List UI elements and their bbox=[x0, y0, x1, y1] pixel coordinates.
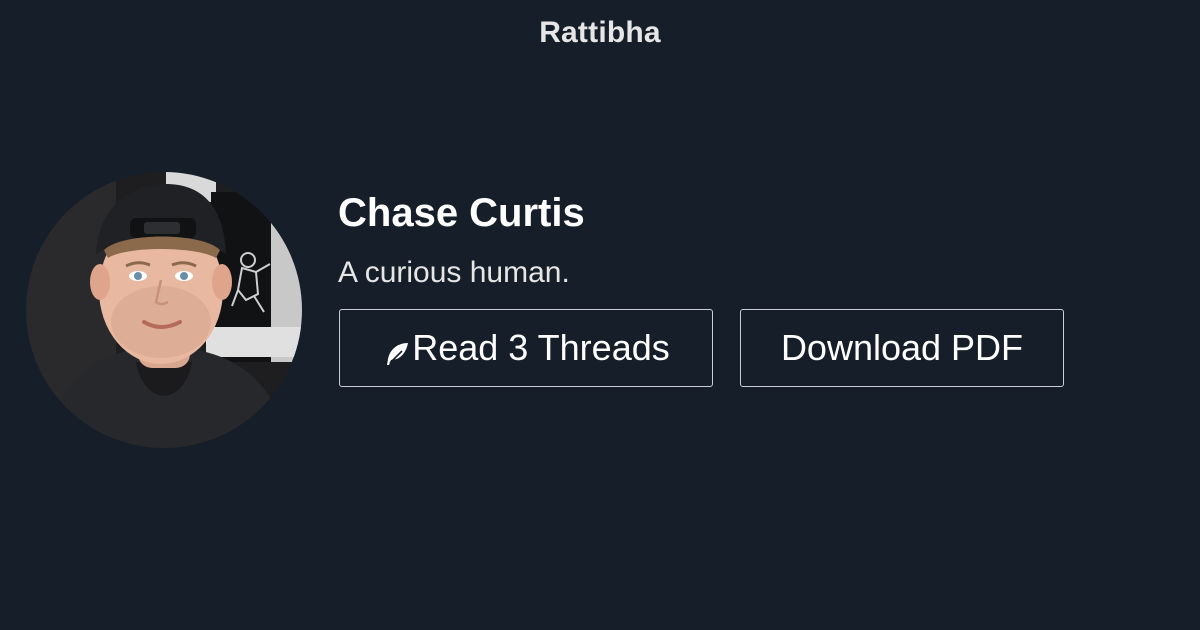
download-pdf-label: Download PDF bbox=[780, 327, 1024, 368]
profile-name: Chase Curtis bbox=[338, 191, 585, 235]
feather-icon bbox=[382, 336, 412, 366]
profile-bio: A curious human. bbox=[338, 256, 570, 289]
read-threads-label: Read 3 Threads bbox=[412, 327, 670, 368]
avatar bbox=[26, 172, 302, 448]
brand-title: Rattibha bbox=[539, 16, 661, 49]
read-threads-button[interactable]: Read 3 Threads bbox=[339, 309, 713, 387]
download-pdf-button[interactable]: Download PDF bbox=[740, 309, 1064, 387]
